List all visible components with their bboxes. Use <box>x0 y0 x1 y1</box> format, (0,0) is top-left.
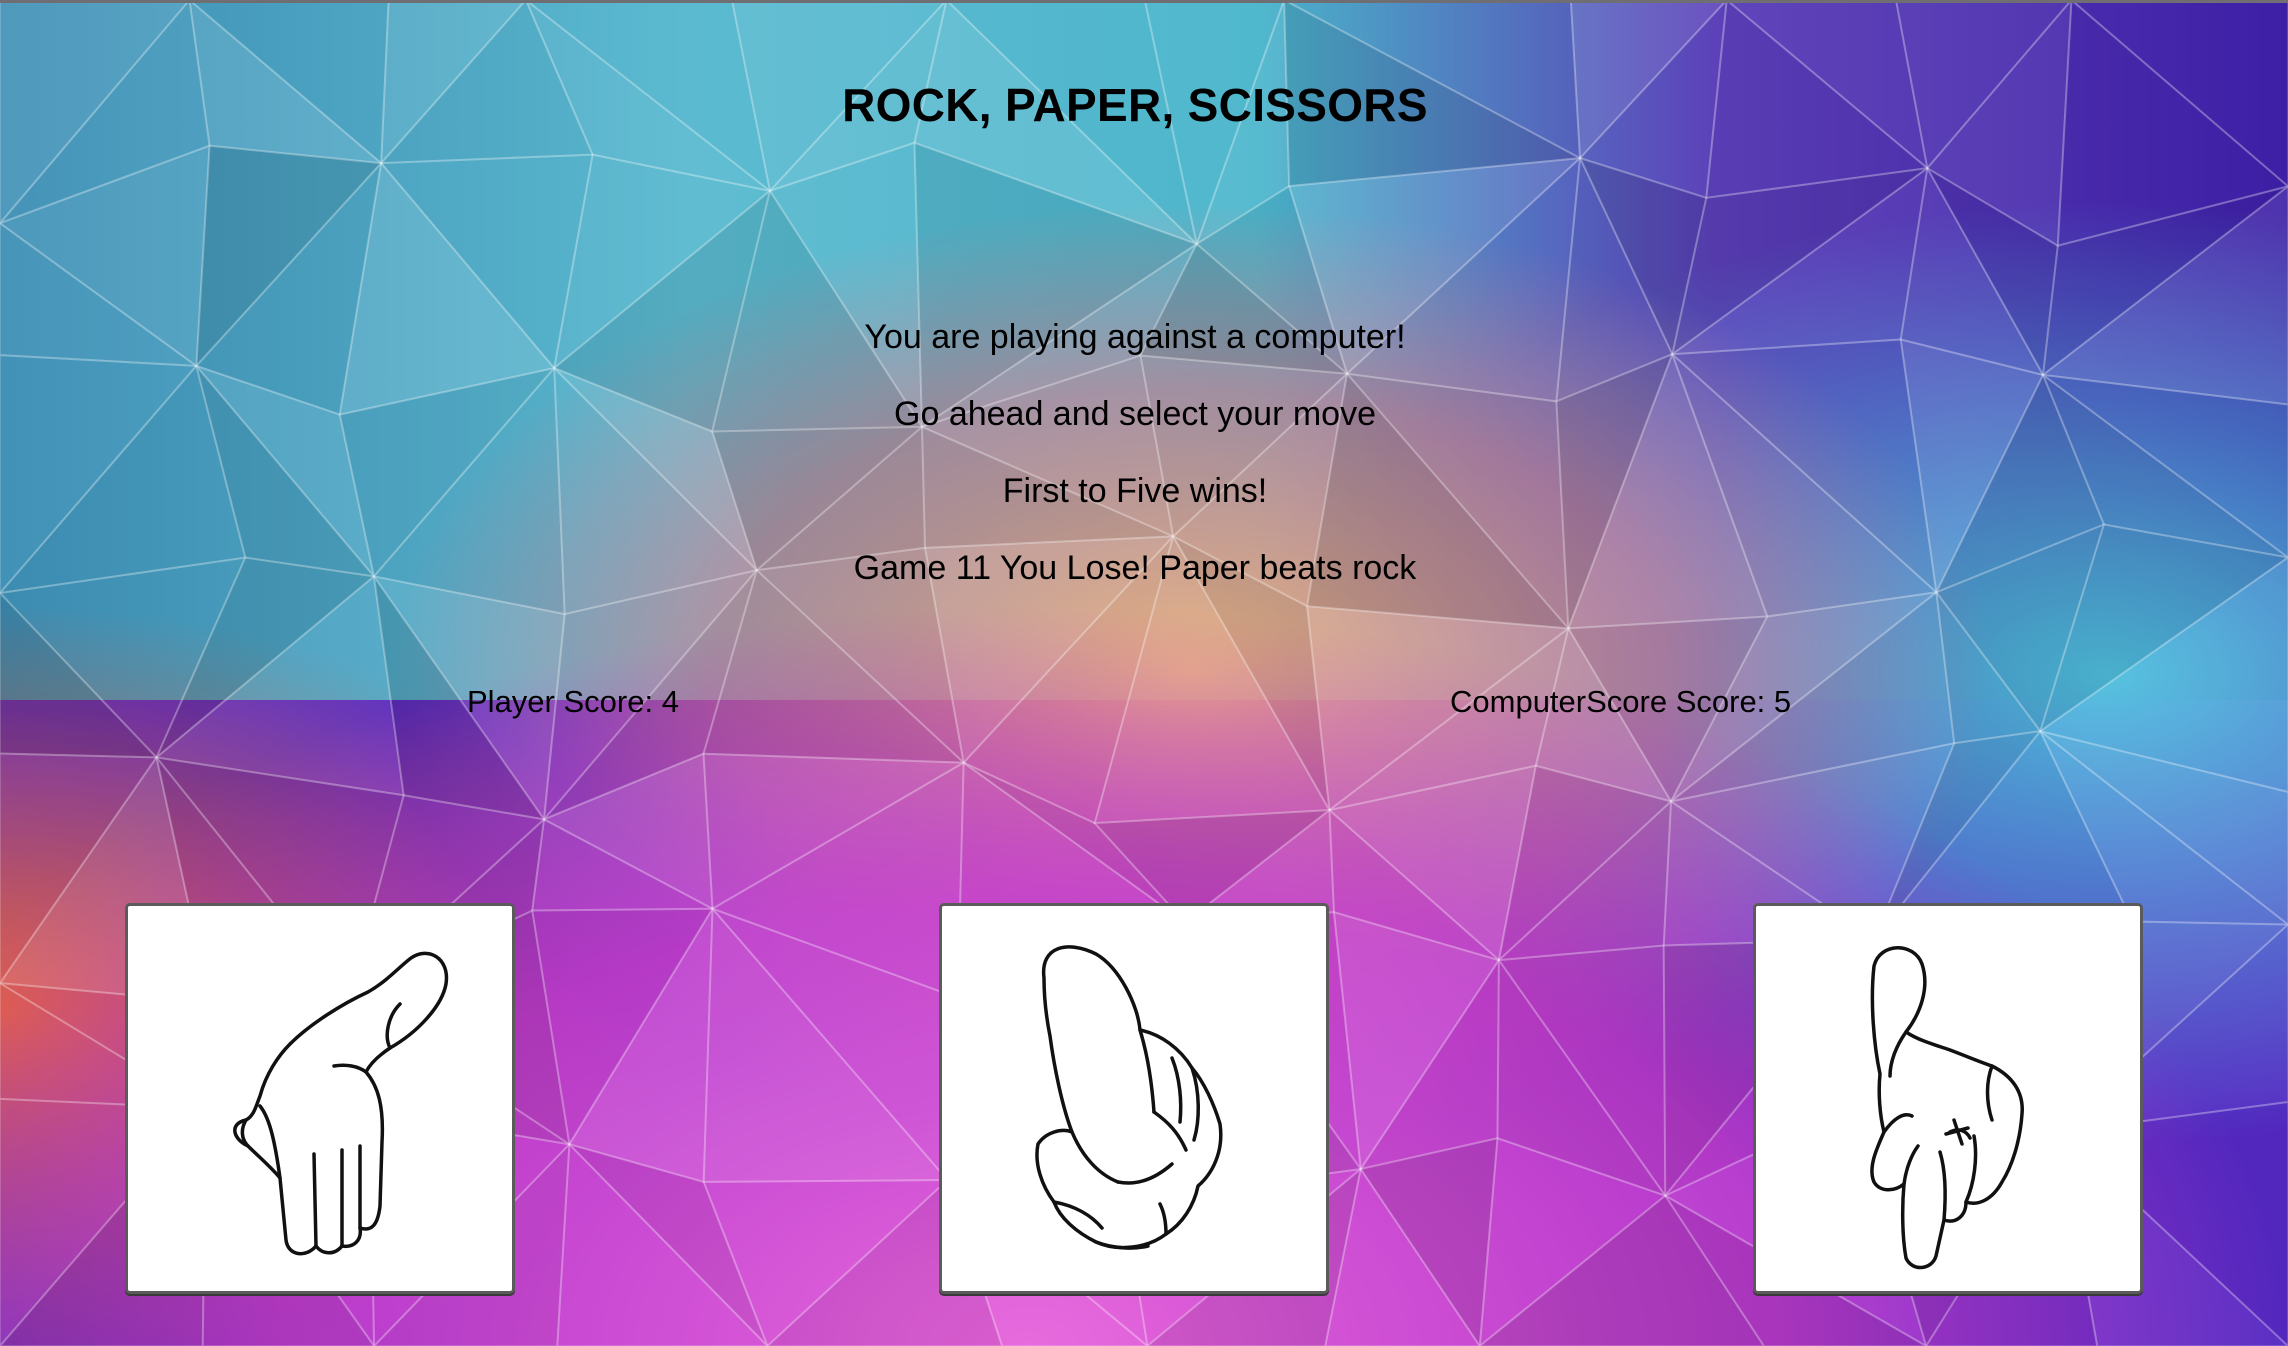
rules-message: First to Five wins! <box>1002 472 1268 510</box>
game-container: ROCK, PAPER, SCISSORS You are playing ag… <box>0 0 2288 1346</box>
open-hand-icon <box>233 951 449 1256</box>
two-finger-hand-icon <box>1870 946 2024 1270</box>
top-border <box>0 0 2288 3</box>
paper-button[interactable] <box>125 903 515 1294</box>
player-score: Player Score: 4 <box>467 684 679 719</box>
scissors-button[interactable] <box>1753 903 2143 1294</box>
result-message: Game 11 You Lose! Paper beats rock <box>853 549 1417 587</box>
game-title: ROCK, PAPER, SCISSORS <box>842 79 1428 131</box>
intro-message: You are playing against a computer! <box>864 318 1406 356</box>
fist-icon <box>1035 945 1223 1250</box>
rock-button[interactable] <box>939 903 1329 1294</box>
instruction-message: Go ahead and select your move <box>894 395 1376 433</box>
computer-score: ComputerScore Score: 5 <box>1450 684 1792 719</box>
